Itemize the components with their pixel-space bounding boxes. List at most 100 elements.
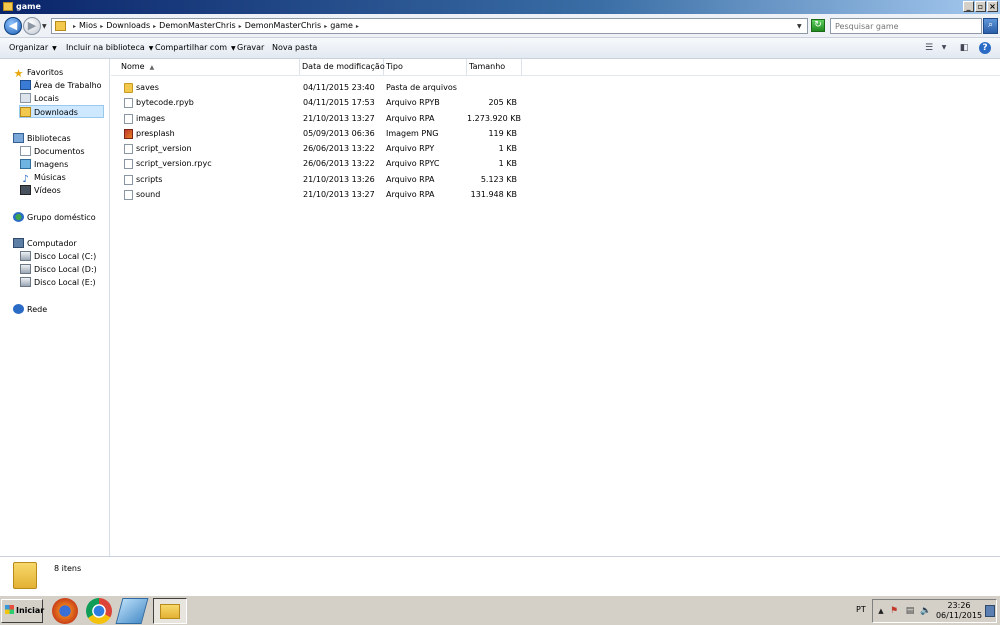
breadcrumb-item[interactable]: DemonMasterChris: [159, 21, 236, 30]
places-icon: [20, 93, 31, 103]
column-header-label: Nome: [121, 62, 145, 71]
sidebar-item-favorites[interactable]: ★ Favoritos: [13, 66, 64, 79]
sidebar-item-computer[interactable]: Computador: [13, 237, 77, 250]
sidebar-item-label: Área de Trabalho: [34, 81, 102, 90]
network-status-icon[interactable]: ▤: [905, 606, 915, 616]
forward-button[interactable]: ▶: [23, 17, 41, 35]
language-indicator[interactable]: PT: [856, 605, 866, 614]
firefox-icon[interactable]: [52, 598, 78, 624]
sidebar-item-images[interactable]: Imagens: [20, 158, 68, 171]
start-button[interactable]: Iniciar: [1, 599, 45, 623]
clock[interactable]: 23:26 06/11/2015: [935, 601, 983, 621]
app-launcher-icon[interactable]: [115, 598, 149, 624]
breadcrumb-chevron-icon[interactable]: ▸: [153, 23, 156, 30]
file-row[interactable]: bytecode.rpyb 04/11/2015 17:53 Arquivo RPY…: [111, 95, 1000, 110]
sidebar-item-desktop[interactable]: Área de Trabalho: [20, 79, 102, 92]
sidebar-item-downloads[interactable]: Downloads: [19, 105, 104, 118]
column-header-type[interactable]: Tipo: [384, 59, 467, 75]
file-name: script_version.rpyc: [136, 159, 212, 169]
share-button[interactable]: Compartilhar com ▼: [155, 38, 236, 58]
volume-icon[interactable]: 🔈: [920, 606, 931, 616]
disk-drive-icon: [20, 277, 31, 287]
breadcrumb-chevron-icon[interactable]: ▸: [324, 23, 327, 30]
taskbar-explorer-button[interactable]: [153, 598, 187, 624]
address-dropdown-icon[interactable]: ▼: [797, 23, 802, 30]
start-label: Iniciar: [16, 606, 45, 615]
view-options-icon[interactable]: ☰: [923, 42, 935, 54]
breadcrumb-chevron-icon[interactable]: ▸: [356, 23, 359, 30]
sidebar-item-disk-e[interactable]: Disco Local (E:): [20, 276, 96, 289]
file-icon: [124, 174, 133, 185]
minimize-button[interactable]: _: [963, 1, 974, 12]
file-icon: [124, 113, 133, 124]
file-size: 5.123 KB: [480, 174, 517, 184]
sidebar-item-disk-c[interactable]: Disco Local (C:): [20, 250, 96, 263]
sidebar-item-music[interactable]: ♪ Músicas: [20, 171, 66, 185]
sidebar-item-homegroup[interactable]: Grupo doméstico: [13, 211, 96, 224]
breadcrumb-chevron-icon[interactable]: ▸: [239, 23, 242, 30]
sidebar-item-videos[interactable]: Vídeos: [20, 184, 61, 197]
sidebar-item-label: Documentos: [34, 147, 85, 156]
breadcrumb-item[interactable]: DemonMasterChris: [245, 21, 322, 30]
back-button[interactable]: ◀: [4, 17, 22, 35]
folder-icon: [3, 2, 13, 11]
action-center-flag-icon[interactable]: ⚑: [889, 606, 899, 616]
breadcrumb-chevron-icon[interactable]: ▸: [100, 23, 103, 30]
chrome-icon[interactable]: [86, 598, 112, 624]
sidebar-item-documents[interactable]: Documentos: [20, 145, 85, 158]
network-icon: [13, 304, 24, 314]
sidebar-item-disk-d[interactable]: Disco Local (D:): [20, 263, 97, 276]
title-bar: game _ ▫ ×: [0, 0, 1000, 14]
chevron-down-icon[interactable]: ▼: [940, 42, 948, 54]
sidebar-item-label: Vídeos: [34, 186, 61, 195]
search-input[interactable]: [830, 18, 982, 34]
sidebar-item-places[interactable]: Locais: [20, 92, 59, 105]
organize-button[interactable]: Organizar ▼: [9, 38, 57, 58]
show-desktop-icon[interactable]: [985, 605, 995, 617]
disk-drive-icon: [20, 264, 31, 274]
breadcrumb-item[interactable]: Mios: [79, 21, 97, 30]
homegroup-icon: [13, 212, 24, 222]
show-hidden-icons-icon[interactable]: ▲: [876, 606, 886, 616]
chevron-down-icon: ▼: [231, 45, 236, 52]
file-row[interactable]: script_version 26/06/2013 13:22 Arquivo RP…: [111, 141, 1000, 156]
file-date: 26/06/2013 13:22: [303, 144, 375, 154]
preview-pane-icon[interactable]: ◧: [958, 42, 970, 54]
breadcrumb-item[interactable]: Downloads: [106, 21, 150, 30]
help-icon[interactable]: ?: [979, 42, 991, 54]
file-date: 21/10/2013 13:26: [303, 174, 375, 184]
file-name: presplash: [136, 128, 175, 138]
close-button[interactable]: ×: [987, 1, 998, 12]
sidebar-item-network[interactable]: Rede: [13, 303, 47, 316]
file-row[interactable]: saves 04/11/2015 23:40 Pasta de arquivos: [111, 80, 1000, 95]
column-header-size[interactable]: Tamanho: [467, 59, 522, 75]
sidebar-item-label: Rede: [27, 305, 48, 314]
column-header-date[interactable]: Data de modificação: [300, 59, 385, 75]
folder-icon: [13, 562, 37, 589]
file-icon: [124, 190, 133, 201]
maximize-button[interactable]: ▫: [975, 1, 986, 12]
file-row[interactable]: images 21/10/2013 13:27 Arquivo RPA 1.273.9…: [111, 111, 1000, 126]
search-icon[interactable]: ⌕: [983, 18, 998, 34]
file-date: 05/09/2013 06:36: [303, 128, 375, 138]
recent-pages-chevron-icon[interactable]: ▼: [42, 23, 47, 30]
include-library-button[interactable]: Incluir na biblioteca ▼: [66, 38, 153, 58]
sidebar-item-label: Bibliotecas: [27, 134, 71, 143]
sidebar-item-libraries[interactable]: Bibliotecas: [13, 132, 71, 145]
file-row[interactable]: presplash 05/09/2013 06:36 Imagem PNG 119 K…: [111, 126, 1000, 141]
address-bar[interactable]: ▸ Mios ▸ Downloads ▸ DemonMasterChris ▸ DemonMa…: [51, 18, 808, 34]
new-folder-button[interactable]: Nova pasta: [272, 38, 317, 58]
burn-button[interactable]: Gravar: [237, 38, 264, 58]
taskbar: Iniciar PT ▲ ⚑ ▤ 🔈 23:26 06/11/2015: [0, 595, 1000, 625]
column-header-name[interactable]: Nome ▲: [111, 59, 300, 75]
file-type: Imagem PNG: [386, 128, 439, 138]
file-row[interactable]: scripts 21/10/2013 13:26 Arquivo RPA 5.123 …: [111, 172, 1000, 187]
refresh-button[interactable]: ↻: [811, 19, 825, 32]
file-row[interactable]: script_version.rpyc 26/06/2013 13:22 Arqui…: [111, 156, 1000, 171]
file-row[interactable]: sound 21/10/2013 13:27 Arquivo RPA 131.948 …: [111, 187, 1000, 202]
sidebar-item-label: Músicas: [34, 173, 66, 182]
breadcrumb-chevron-icon[interactable]: ▸: [73, 23, 76, 30]
breadcrumb-item[interactable]: game: [330, 21, 353, 30]
file-type: Arquivo RPY: [386, 144, 435, 154]
file-date: 21/10/2013 13:27: [303, 190, 375, 200]
